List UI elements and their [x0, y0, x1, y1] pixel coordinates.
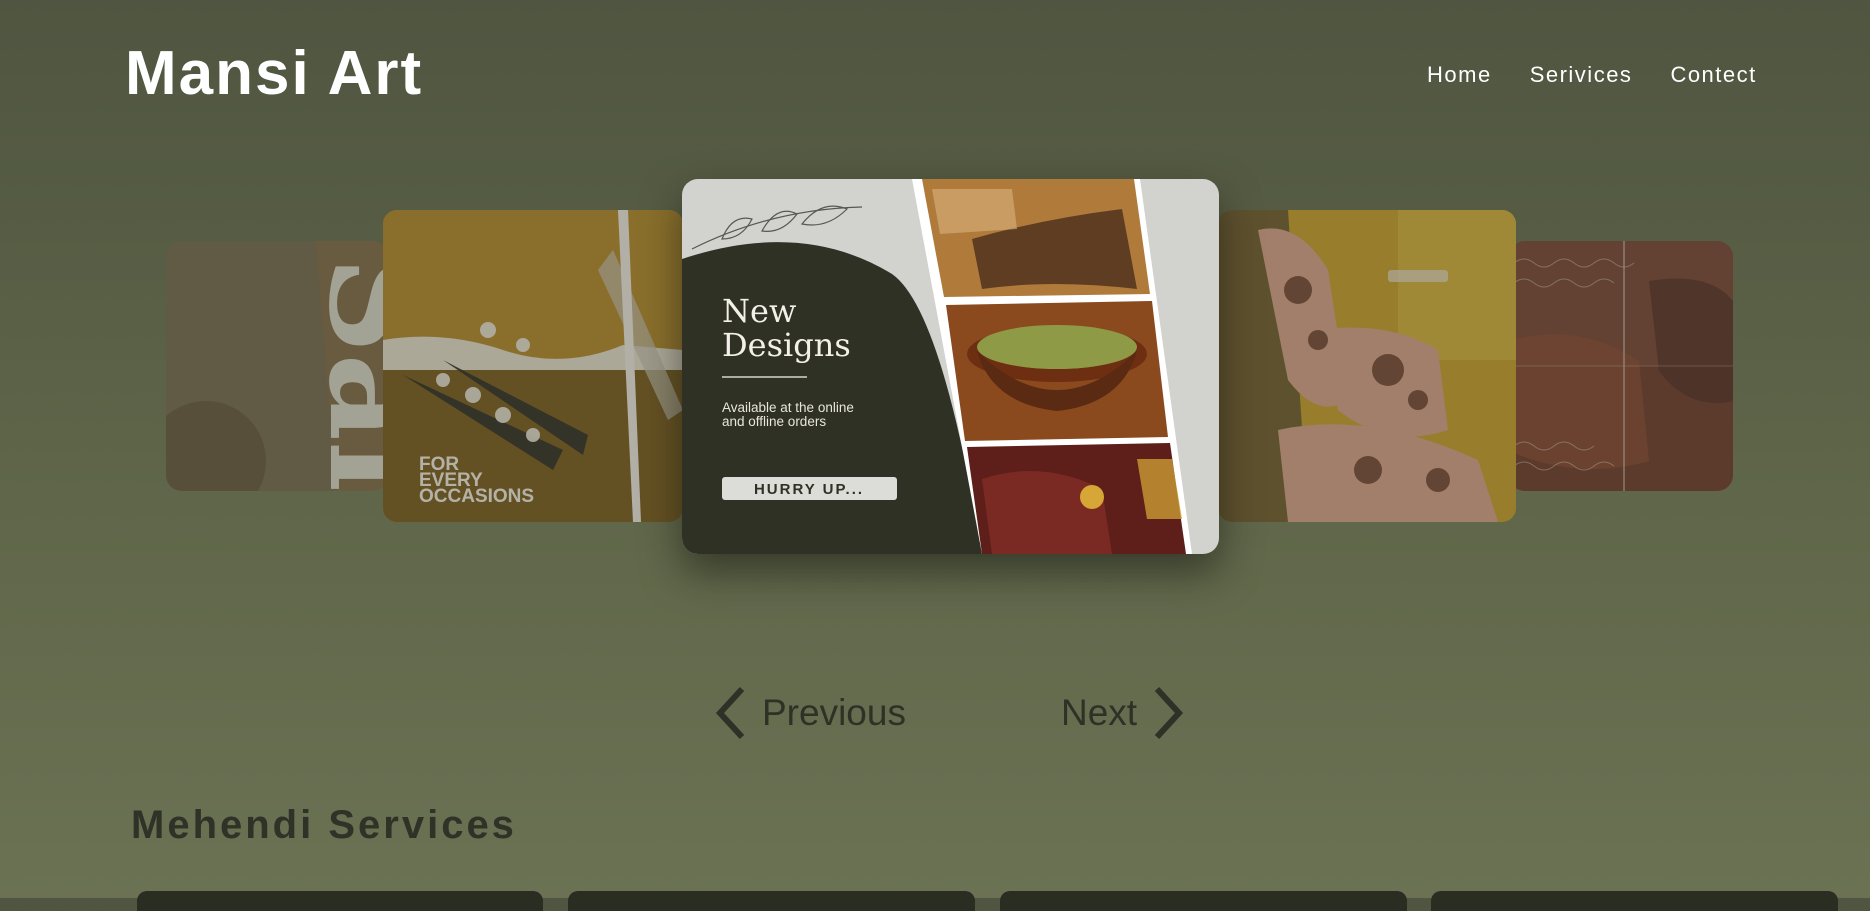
nav-home[interactable]: Home [1427, 62, 1492, 88]
service-card[interactable] [1431, 891, 1838, 911]
hurry-up-button-label[interactable]: HURRY UP... [754, 481, 864, 498]
script-card-image [1509, 241, 1733, 491]
nav-services[interactable]: Serivices [1530, 62, 1633, 88]
new-designs-subtitle-2: and offline orders [722, 414, 826, 429]
nav-contact[interactable]: Contect [1670, 62, 1756, 88]
new-designs-subtitle-1: Available at the online [722, 400, 854, 415]
sale-text: Sale [299, 256, 388, 491]
occasions-line-3: OCCASIONS [419, 486, 534, 507]
carousel-card-henna-hands[interactable] [1218, 210, 1516, 522]
service-card[interactable] [1000, 891, 1407, 911]
services-section-title: Mehendi Services [131, 803, 517, 847]
occasions-line-1: FOR [419, 454, 459, 475]
henna-hands-card-image [1218, 210, 1516, 522]
service-card[interactable] [137, 891, 543, 911]
site-logo[interactable]: Mansi Art [125, 38, 423, 109]
carousel-card-sale[interactable]: Sale [166, 241, 388, 491]
chevron-right-icon [1154, 686, 1184, 740]
main-nav: Home Serivices Contect [1427, 62, 1757, 88]
new-designs-title-1: New [722, 292, 796, 330]
previous-button[interactable]: Previous [712, 686, 906, 740]
new-designs-title-2: Designs [722, 326, 851, 364]
sale-card-image: Sale [166, 241, 388, 491]
previous-label: Previous [762, 692, 906, 733]
next-button[interactable]: Next [1061, 686, 1187, 740]
service-card[interactable] [568, 891, 975, 911]
occasions-card-image: FOR EVERY OCCASIONS [383, 210, 683, 522]
occasions-line-2: EVERY [419, 470, 483, 491]
carousel-card-occasions[interactable]: FOR EVERY OCCASIONS [383, 210, 683, 522]
carousel-card-new-designs[interactable]: New Designs Available at the online and … [682, 179, 1219, 554]
next-label: Next [1061, 692, 1138, 733]
chevron-left-icon [715, 686, 745, 740]
new-designs-card-image: New Designs Available at the online and … [682, 179, 1219, 554]
carousel-card-script[interactable] [1509, 241, 1733, 491]
